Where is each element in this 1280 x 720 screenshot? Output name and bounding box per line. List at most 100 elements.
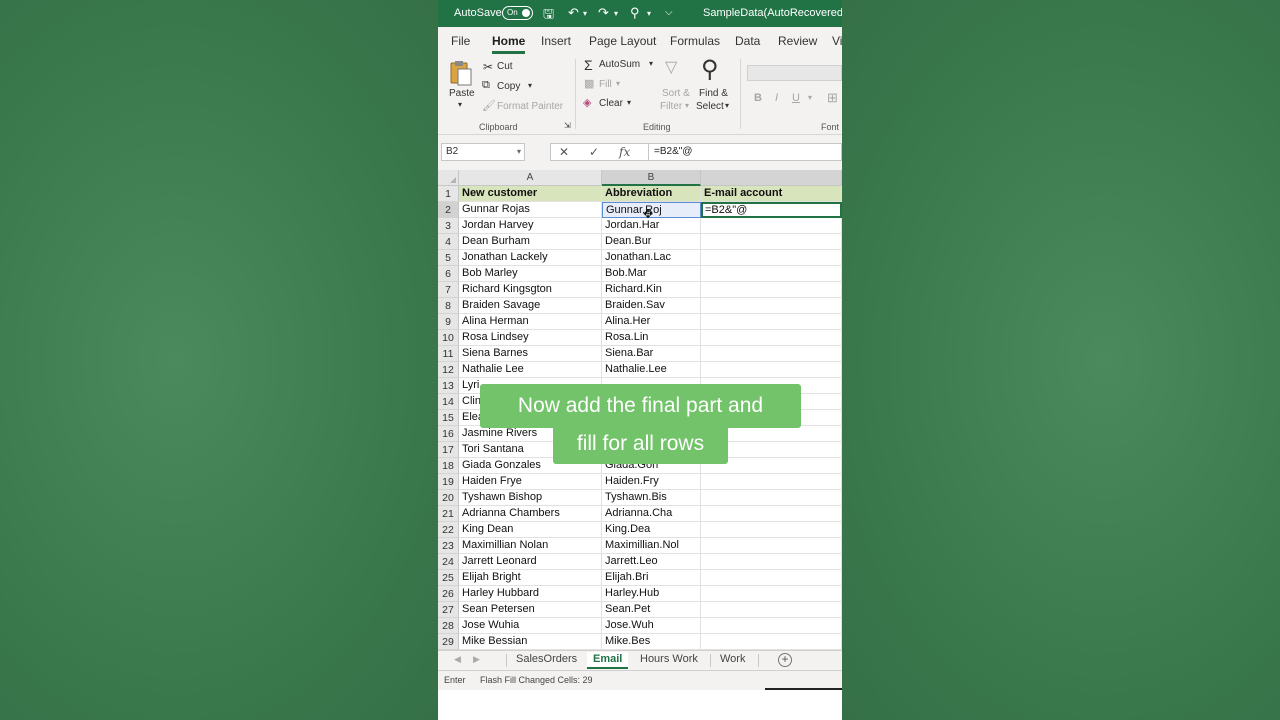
row-number[interactable]: 14 [438,394,459,410]
sheet-tab-hours-work[interactable]: Hours Work [640,652,698,669]
column-header-a[interactable]: A [459,170,602,186]
cell-c[interactable] [701,282,842,298]
cell-c[interactable] [701,538,842,554]
cell-b[interactable]: Bob.Mar [602,266,701,282]
row-number[interactable]: 3 [438,218,459,234]
copy-dropdown-icon[interactable]: ▾ [528,81,532,90]
cell-b[interactable]: Siena.Bar [602,346,701,362]
row-number[interactable]: 11 [438,346,459,362]
fill-button[interactable]: Fill [599,79,612,90]
add-sheet-icon[interactable]: + [778,653,792,667]
cell-b[interactable]: Mike.Bes [602,634,701,650]
borders-icon[interactable]: ⊞ [827,90,838,106]
cell-a[interactable]: Elijah Bright [459,570,602,586]
cell-a[interactable]: Jarrett Leonard [459,554,602,570]
copy-icon[interactable]: ⧉ [482,79,490,92]
tab-page-layout[interactable]: Page Layout [589,34,656,48]
tab-view[interactable]: Vi [832,34,842,48]
fill-dropdown-icon[interactable]: ▾ [616,79,620,88]
cell-a[interactable]: Haiden Frye [459,474,602,490]
column-header-b[interactable]: B [602,170,701,186]
cell-c[interactable] [701,218,842,234]
tab-home[interactable]: Home [492,34,526,54]
cell-b[interactable]: Maximillian.Nol [602,538,701,554]
bold-button[interactable]: B [754,92,762,104]
redo-icon[interactable]: ↷ [598,5,609,21]
clear-dropdown-icon[interactable]: ▾ [627,98,631,107]
cell-c[interactable] [701,266,842,282]
find-select-dropdown-icon[interactable]: ▾ [725,101,729,110]
cell-a[interactable]: Sean Petersen [459,602,602,618]
cell-a[interactable]: Siena Barnes [459,346,602,362]
italic-button[interactable]: I [775,92,778,104]
cell-b[interactable]: Braiden.Sav [602,298,701,314]
undo-dropdown-icon[interactable]: ▾ [583,9,587,18]
find-select-label-2[interactable]: Select [696,101,724,112]
autosum-icon[interactable]: Σ [584,57,593,73]
cell-a[interactable]: Adrianna Chambers [459,506,602,522]
tab-file[interactable]: File [451,34,470,48]
row-number[interactable]: 28 [438,618,459,634]
search-icon[interactable]: ⚲ [630,5,640,21]
clear-button[interactable]: Clear [599,98,623,109]
row-number[interactable]: 8 [438,298,459,314]
cell-a[interactable]: Mike Bessian [459,634,602,650]
underline-button[interactable]: U [792,92,800,104]
cell-a[interactable]: Harley Hubbard [459,586,602,602]
cell-c[interactable]: =B2&"@ [701,202,842,218]
scroll-left-icon[interactable]: ◀ [454,654,461,665]
cell-c[interactable] [701,314,842,330]
row-number[interactable]: 1 [438,186,459,202]
cell-b[interactable]: Elijah.Bri [602,570,701,586]
format-painter-button[interactable]: Format Painter [497,101,563,112]
formula-input[interactable]: =B2&"@ [648,143,842,161]
row-number[interactable]: 26 [438,586,459,602]
row-number[interactable]: 16 [438,426,459,442]
autosum-dropdown-icon[interactable]: ▾ [649,59,653,68]
cell-a[interactable]: Jose Wuhia [459,618,602,634]
sort-filter-label-1[interactable]: Sort & [662,88,690,99]
sheet-tab-salesorders[interactable]: SalesOrders [516,652,577,669]
row-number[interactable]: 20 [438,490,459,506]
cell-a[interactable]: Jordan Harvey [459,218,602,234]
cell-a[interactable]: Dean Burham [459,234,602,250]
cell-b[interactable]: Jonathan.Lac [602,250,701,266]
cell-c[interactable] [701,554,842,570]
cell-a[interactable]: Rosa Lindsey [459,330,602,346]
cell-a[interactable]: Richard Kingsgton [459,282,602,298]
sheet-tab-email[interactable]: Email [587,652,629,669]
cut-button[interactable]: Cut [497,61,513,72]
font-name-dropdown[interactable] [747,65,842,81]
sort-filter-label-2[interactable]: Filter [660,101,682,112]
cell-c[interactable] [701,346,842,362]
header-cell-b[interactable]: Abbreviation [602,186,701,202]
cell-a[interactable]: Nathalie Lee [459,362,602,378]
cut-icon[interactable]: ✂ [483,60,493,74]
row-number[interactable]: 17 [438,442,459,458]
cell-b[interactable]: Rosa.Lin [602,330,701,346]
cell-c[interactable] [701,250,842,266]
cell-c[interactable] [701,330,842,346]
format-painter-icon[interactable]: 🖌 [482,99,496,112]
row-number[interactable]: 2 [438,202,459,218]
tab-formulas[interactable]: Formulas [670,34,720,48]
cell-b[interactable]: Haiden.Fry [602,474,701,490]
cell-c[interactable] [701,522,842,538]
scroll-right-icon[interactable]: ▶ [473,654,480,665]
cell-c[interactable] [701,490,842,506]
insert-function-icon[interactable]: fx [619,145,630,159]
cell-b[interactable]: King.Dea [602,522,701,538]
row-number[interactable]: 18 [438,458,459,474]
autosave-toggle[interactable]: On [502,6,533,20]
cell-b[interactable]: Harley.Hub [602,586,701,602]
name-box-dropdown-icon[interactable]: ▾ [517,144,521,160]
cell-c[interactable] [701,586,842,602]
tab-review[interactable]: Review [778,34,817,48]
cell-a[interactable]: Braiden Savage [459,298,602,314]
row-number[interactable]: 13 [438,378,459,394]
clipboard-launcher-icon[interactable]: ⇲ [564,121,571,130]
sort-filter-dropdown-icon[interactable]: ▾ [685,101,689,110]
row-number[interactable]: 15 [438,410,459,426]
header-cell-c[interactable]: E-mail account [701,186,842,202]
cell-a[interactable]: Alina Herman [459,314,602,330]
